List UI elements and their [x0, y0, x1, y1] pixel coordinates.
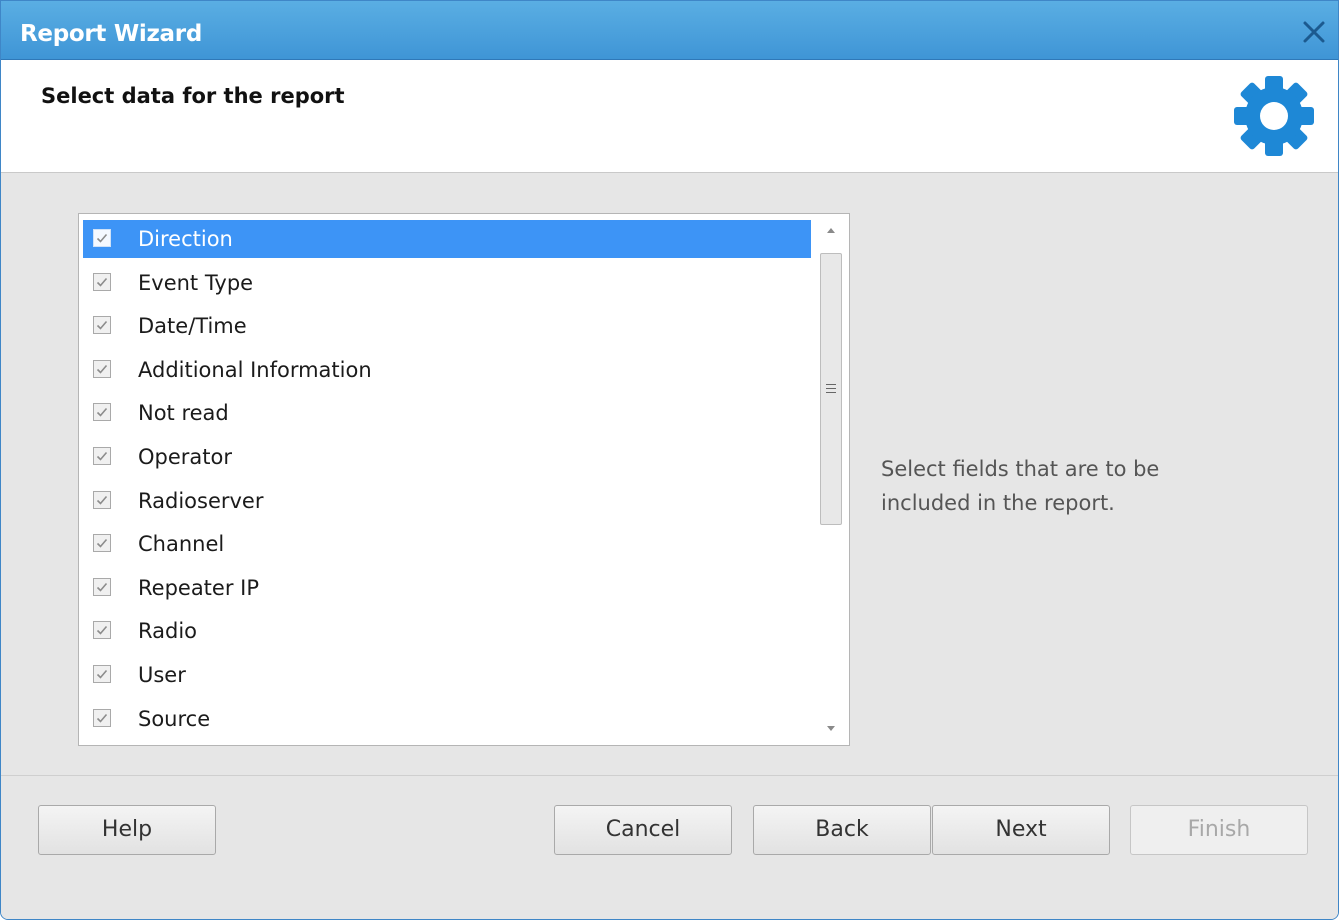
- field-checkbox[interactable]: [93, 316, 111, 335]
- field-checkbox[interactable]: [93, 403, 111, 422]
- vertical-scrollbar[interactable]: [817, 218, 845, 741]
- field-checkbox[interactable]: [93, 534, 111, 553]
- list-item[interactable]: Direction: [83, 220, 811, 258]
- back-button[interactable]: Back: [753, 805, 931, 855]
- report-wizard-window: Report Wizard Select data for the report: [0, 0, 1339, 920]
- page-title: Select data for the report: [41, 84, 345, 108]
- list-item[interactable]: Radio: [83, 612, 811, 650]
- list-item-label: Not read: [138, 401, 229, 426]
- grip-icon: [826, 384, 836, 396]
- close-icon[interactable]: [1300, 18, 1328, 46]
- title-bar[interactable]: Report Wizard: [1, 1, 1338, 60]
- field-checkbox[interactable]: [93, 447, 111, 465]
- scrollbar-thumb[interactable]: [820, 253, 842, 525]
- list-item[interactable]: Date/Time: [83, 307, 811, 345]
- field-checkbox[interactable]: [93, 359, 111, 378]
- list-item[interactable]: Event Type: [83, 264, 811, 302]
- window-title: Report Wizard: [20, 21, 202, 47]
- list-item[interactable]: Additional Information: [83, 351, 811, 389]
- field-checkbox[interactable]: [93, 577, 111, 596]
- wizard-header: Select data for the report: [1, 60, 1338, 173]
- wizard-body: Direction Event Type Date/Time Additional I…: [1, 173, 1338, 776]
- list-item[interactable]: Channel: [83, 525, 811, 563]
- gear-icon: [1232, 74, 1316, 158]
- scroll-down-icon[interactable]: [817, 715, 845, 741]
- list-item[interactable]: Operator: [83, 438, 811, 476]
- fields-list[interactable]: Direction Event Type Date/Time Additional I…: [78, 213, 850, 746]
- list-item-label: Additional Information: [138, 357, 372, 382]
- list-item-label: Radio: [138, 619, 198, 644]
- cancel-button[interactable]: Cancel: [554, 805, 732, 855]
- list-item-label: Radioserver: [138, 488, 264, 513]
- list-item-label: Event Type: [138, 270, 254, 295]
- list-item[interactable]: Not read: [83, 394, 811, 432]
- list-item-label: Channel: [138, 532, 225, 557]
- list-item-label: Operator: [138, 445, 232, 469]
- list-item[interactable]: Radioserver: [83, 482, 811, 520]
- hint-text: Select fields that are to be included in…: [881, 457, 1160, 515]
- list-item-label: User: [138, 663, 186, 687]
- scroll-up-icon[interactable]: [817, 218, 845, 244]
- field-checkbox[interactable]: [93, 665, 111, 683]
- field-checkbox[interactable]: [93, 229, 111, 247]
- list-item-label: Date/Time: [138, 314, 247, 339]
- list-item-label: Direction: [138, 227, 233, 251]
- list-item-label: Repeater IP: [138, 575, 260, 600]
- list-item-label: Source: [138, 706, 211, 731]
- finish-button: Finish: [1130, 805, 1308, 855]
- field-checkbox[interactable]: [93, 621, 111, 640]
- next-button[interactable]: Next: [932, 805, 1110, 855]
- list-item[interactable]: User: [83, 656, 811, 694]
- list-item[interactable]: Repeater IP: [83, 569, 811, 607]
- field-checkbox[interactable]: [93, 272, 111, 291]
- button-bar: Help Cancel Back Next Finish: [1, 776, 1338, 919]
- field-checkbox[interactable]: [93, 708, 111, 727]
- field-checkbox[interactable]: [93, 490, 111, 509]
- list-item[interactable]: Source: [83, 700, 811, 738]
- help-button[interactable]: Help: [38, 805, 216, 855]
